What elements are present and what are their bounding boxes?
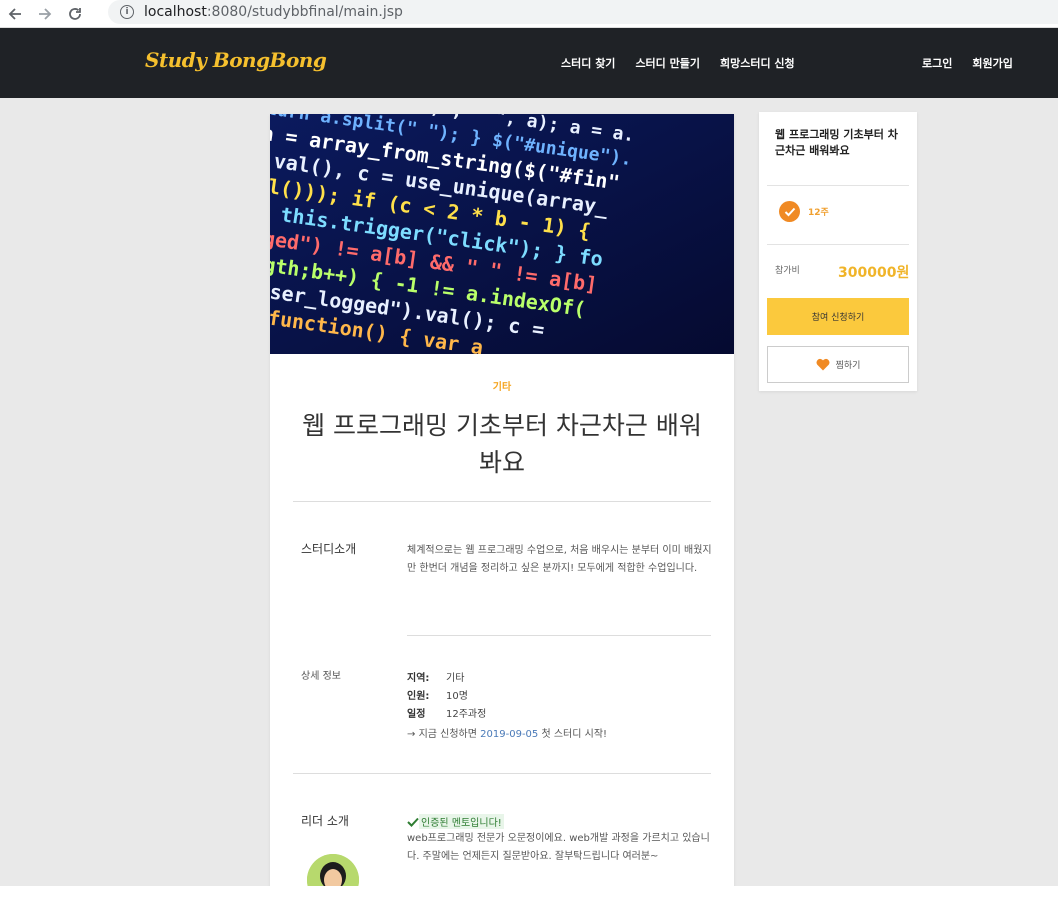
fee-label: 참가비 xyxy=(775,266,800,276)
start-info: → 지금 신청하면 2019-09-05 첫 스터디 시작! xyxy=(407,729,608,740)
divider xyxy=(407,635,711,636)
nav-find-study[interactable]: 스터디 찾기 xyxy=(561,55,615,71)
detail-label: 상세 정보 xyxy=(301,671,341,682)
detail-list: 지역: 기타 인원: 10명 일정 12주과정 → 지금 신청하면 2019-09-0… xyxy=(407,670,607,740)
detail-row-region: 지역: 기타 xyxy=(407,673,465,684)
nav-login[interactable]: 로그인 xyxy=(922,55,952,71)
intro-text: 체계적으로는 웹 프로그래밍 수업으로, 처음 배우시는 분부터 이미 배웠지만… xyxy=(407,545,712,574)
study-title: 웹 프로그래밍 기초부터 차근차근 배워봐요 xyxy=(302,411,702,477)
leader-label: 리더 소개 xyxy=(301,814,349,828)
start-date: 2019-09-05 xyxy=(480,729,539,740)
page-bottom xyxy=(0,886,1058,901)
study-detail-card: e = replaceAll(",", " ", a); a = a. retu… xyxy=(270,114,734,901)
site-logo[interactable]: Study BongBong xyxy=(145,48,327,72)
arrow-right-icon: → xyxy=(407,729,416,740)
main-nav: 스터디 찾기 스터디 만들기 희망스터디 신청 xyxy=(561,55,795,71)
arrow-left-icon xyxy=(8,7,21,20)
nav-request-study[interactable]: 희망스터디 신청 xyxy=(720,55,795,71)
auth-nav: 로그인 회원가입 xyxy=(922,55,1013,71)
duration-weeks: 12주 xyxy=(808,208,829,218)
hero-code-image: e = replaceAll(",", " ", a); a = a. retu… xyxy=(270,114,734,354)
divider xyxy=(767,244,909,245)
reload-button[interactable] xyxy=(60,0,90,28)
divider xyxy=(767,185,909,186)
arrow-right-icon xyxy=(39,7,52,20)
verified-mentor-badge: 인증된 멘토입니다! xyxy=(407,814,504,829)
reload-icon xyxy=(69,7,81,20)
divider xyxy=(293,501,711,502)
nav-create-study[interactable]: 스터디 만들기 xyxy=(635,55,700,71)
study-category: 기타 xyxy=(492,382,512,393)
nav-signup[interactable]: 회원가입 xyxy=(972,55,1012,71)
divider xyxy=(293,773,711,774)
browser-toolbar: i localhost:8080/studybbfinal/main.jsp xyxy=(0,0,1058,28)
side-study-title: 웹 프로그래밍 기초부터 차근차근 배워봐요 xyxy=(775,128,898,157)
check-circle-icon xyxy=(779,201,800,222)
url-path: :8080/studybbfinal/main.jsp xyxy=(206,4,403,20)
info-icon[interactable]: i xyxy=(120,5,134,19)
detail-row-members: 인원: 10명 xyxy=(407,691,468,702)
apply-button[interactable]: 참여 신청하기 xyxy=(767,298,909,335)
address-bar[interactable]: i localhost:8080/studybbfinal/main.jsp xyxy=(108,0,1058,24)
url-host: localhost xyxy=(144,4,207,20)
leader-text: web프로그래밍 전문가 오문정이에요. web개발 과정을 가르치고 있습니다… xyxy=(407,833,710,862)
forward-button[interactable] xyxy=(30,0,60,28)
fee-amount: 300000원 xyxy=(838,265,910,281)
checkmark-icon xyxy=(407,817,419,827)
back-button[interactable] xyxy=(0,0,30,28)
site-header: Study BongBong 스터디 찾기 스터디 만들기 희망스터디 신청 로… xyxy=(0,28,1058,98)
detail-row-schedule: 일정 12주과정 xyxy=(407,709,487,720)
intro-label: 스터디소개 xyxy=(301,542,357,556)
heart-icon xyxy=(816,358,830,371)
duration: 12주 xyxy=(779,201,829,222)
wishlist-label: 찜하기 xyxy=(835,361,861,371)
enroll-sidebar: 웹 프로그래밍 기초부터 차근차근 배워봐요 12주 참가비 300000원 참… xyxy=(759,112,917,391)
wishlist-button[interactable]: 찜하기 xyxy=(767,346,909,383)
